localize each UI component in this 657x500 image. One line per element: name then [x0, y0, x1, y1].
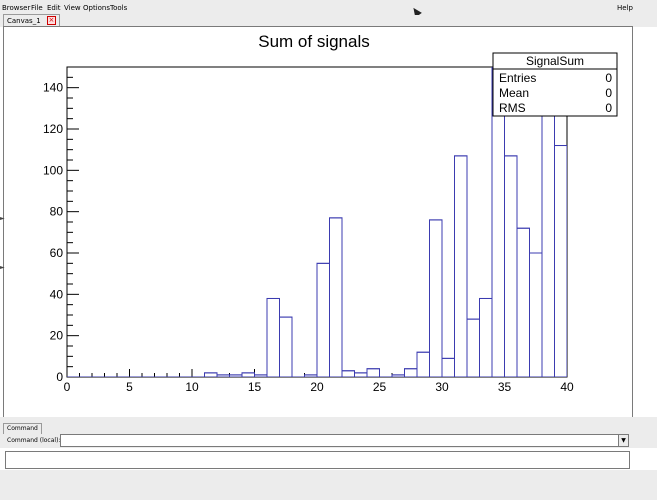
command-tabbar	[0, 422, 657, 434]
y-tick-label: 140	[43, 81, 63, 95]
chevron-down-icon[interactable]: ▼	[618, 435, 628, 446]
histogram-bin	[216, 374, 230, 377]
histogram-bin	[279, 316, 293, 377]
command-input[interactable]: ▼	[60, 434, 629, 447]
tab-command[interactable]: Command	[3, 423, 42, 434]
y-tick-label: 0	[56, 370, 63, 384]
stats-value-mean: 0	[605, 86, 612, 100]
menubar: Browser File Edit View Options Tools Hel…	[0, 0, 657, 15]
left-edge-markers: ► ►	[0, 215, 5, 271]
menu-tools[interactable]: Tools	[110, 4, 127, 12]
histogram-bin	[429, 219, 443, 377]
histogram-bin	[529, 252, 543, 377]
histogram-bin	[341, 370, 355, 377]
histogram-bars	[67, 67, 567, 377]
menu-browser[interactable]: Browser	[2, 4, 30, 12]
menu-edit[interactable]: Edit	[47, 4, 61, 12]
histogram-bin	[416, 351, 430, 377]
y-tick-label: 120	[43, 122, 63, 136]
stats-value-rms: 0	[605, 101, 612, 115]
x-tick-label: 0	[64, 380, 71, 394]
histogram-bin	[316, 262, 330, 377]
stats-label-mean: Mean	[499, 86, 529, 100]
menu-help[interactable]: Help	[617, 4, 633, 12]
status-strip	[0, 470, 657, 500]
close-icon[interactable]: ×	[46, 15, 56, 25]
y-tick-label: 100	[43, 163, 63, 177]
histogram-bin	[254, 374, 268, 377]
chart-title: Sum of signals	[258, 32, 370, 51]
stats-label-entries: Entries	[499, 71, 536, 85]
histogram-bin	[391, 374, 405, 377]
stats-label-rms: RMS	[499, 101, 526, 115]
canvas[interactable]: Sum of signals 0 5 10 15 20 25 30 35 40 0 20 40 60 80…	[3, 26, 633, 418]
y-tick-label: 80	[50, 205, 64, 219]
menu-view[interactable]: View	[64, 4, 81, 12]
x-tick-label: 30	[435, 380, 449, 394]
histogram-plot: Sum of signals 0 5 10 15 20 25 30 35 40 0 20 40 60 80…	[43, 32, 618, 394]
histogram-bin	[354, 372, 368, 377]
histogram-bin	[504, 155, 518, 377]
histogram-bin	[366, 368, 380, 377]
x-tick-label: 20	[310, 380, 324, 394]
stats-box[interactable]: SignalSum Entries 0 Mean 0 RMS 0	[492, 52, 618, 117]
x-tick-label: 40	[560, 380, 574, 394]
histogram-bin	[266, 297, 280, 377]
histogram-bin	[441, 357, 455, 377]
tab-canvas-label: Canvas_1	[7, 17, 41, 25]
histogram-bin	[454, 155, 468, 377]
histogram-bin	[516, 227, 530, 377]
menu-file[interactable]: File	[31, 4, 43, 12]
y-tick-label: 40	[50, 287, 64, 301]
stats-box-title: SignalSum	[526, 54, 584, 68]
histogram-bin	[404, 368, 418, 377]
y-tick-label: 60	[50, 246, 64, 260]
x-tick-label: 35	[498, 380, 512, 394]
stats-value-entries: 0	[605, 71, 612, 85]
histogram-bin	[304, 374, 318, 377]
x-tick-label: 15	[248, 380, 262, 394]
histogram-bin	[241, 372, 255, 377]
histogram-bin	[329, 217, 343, 377]
histogram-bin	[479, 297, 493, 377]
histogram-bin	[466, 318, 480, 377]
y-tick-label: 20	[50, 329, 64, 343]
histogram-bin	[204, 372, 218, 377]
menu-options[interactable]: Options	[83, 4, 110, 12]
x-tick-label: 5	[126, 380, 133, 394]
histogram-bin	[554, 145, 567, 377]
histogram-bin	[229, 374, 243, 377]
x-tick-label: 10	[185, 380, 199, 394]
command-input-label: Command (local):	[7, 437, 61, 444]
command-output-field[interactable]	[5, 451, 630, 469]
x-tick-label: 25	[373, 380, 387, 394]
